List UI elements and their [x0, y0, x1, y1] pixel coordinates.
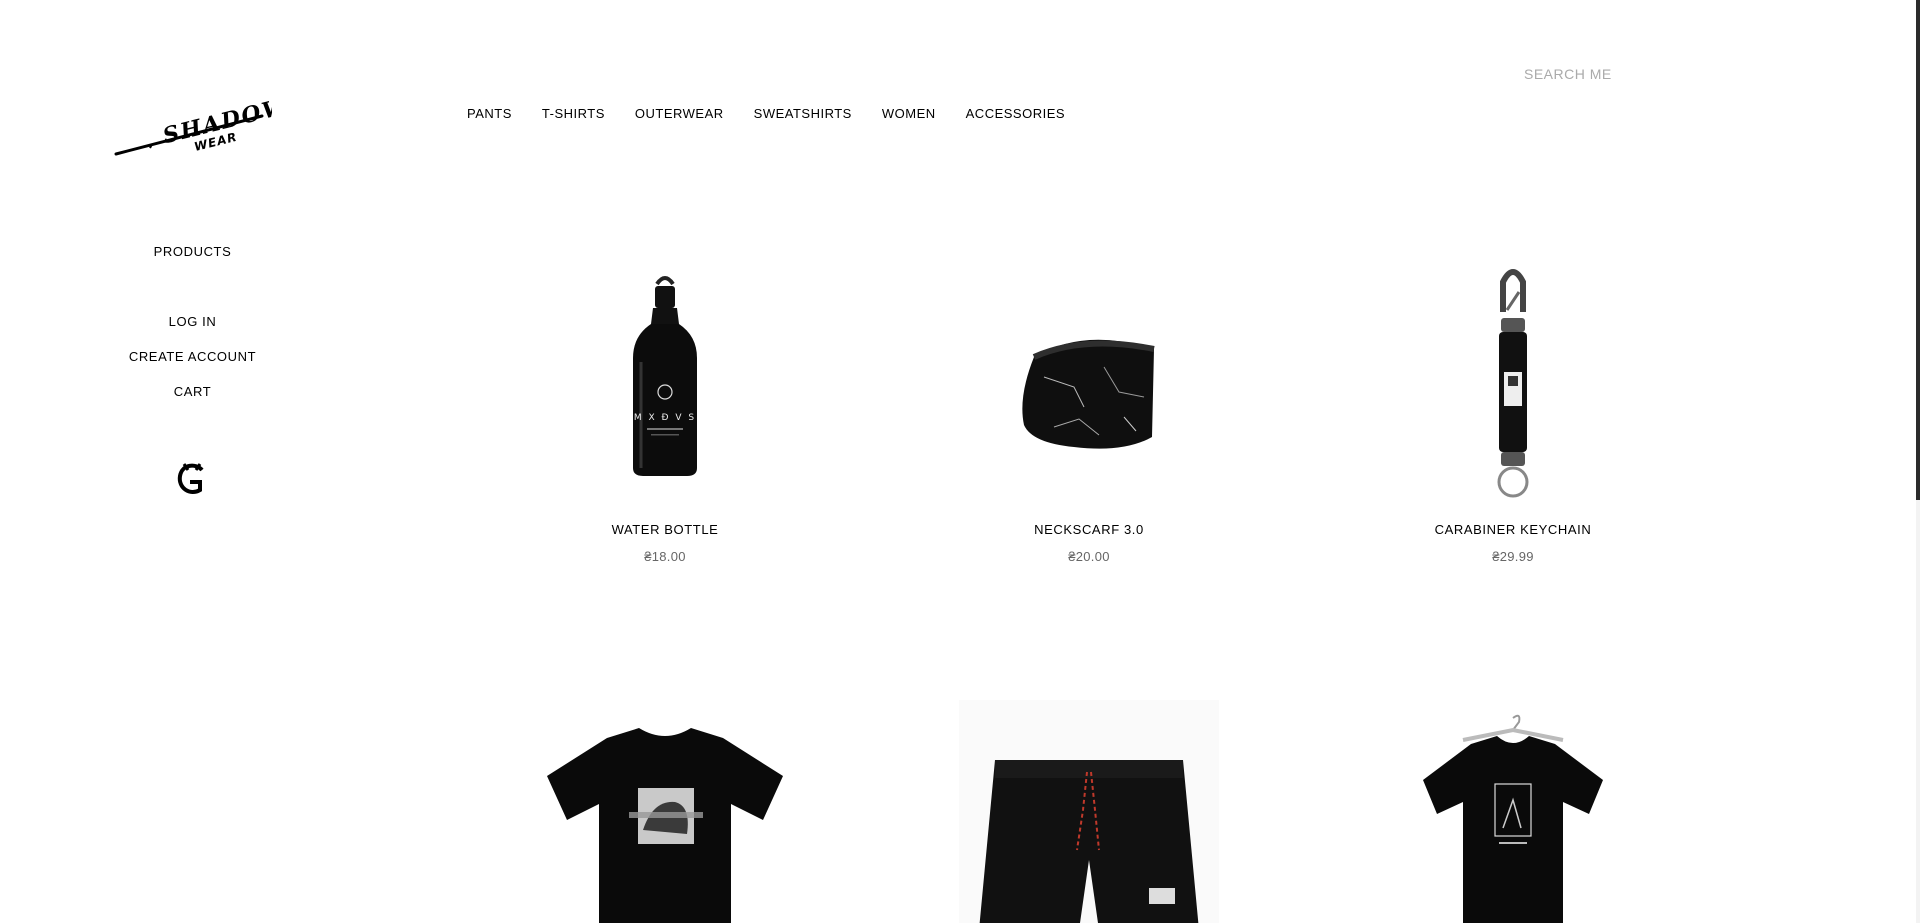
carabiner-keychain-image[interactable] — [1363, 262, 1663, 502]
sidebar: SHADOW WEAR PRODUCTS LOG IN CREATE ACCOU… — [0, 0, 385, 923]
bottle-brand-text: M X Ð V S — [634, 413, 696, 423]
product-name[interactable]: NECKSCARF 3.0 — [939, 522, 1239, 537]
water-bottle-image[interactable]: M X Ð V S — [515, 262, 815, 502]
shadow-wear-logo[interactable]: SHADOW WEAR — [112, 96, 272, 166]
nav-item-sweatshirts[interactable]: SWEATSHIRTS — [754, 106, 852, 126]
product-name[interactable]: CARABINER KEYCHAIN — [1363, 522, 1663, 537]
product-price: ₴18.00 — [644, 549, 686, 564]
sidebar-item-cart[interactable]: CART — [0, 384, 385, 399]
neckscarf-image[interactable] — [939, 262, 1239, 502]
graphic-tshirt-image[interactable] — [515, 705, 815, 923]
black-shorts-image[interactable] — [939, 700, 1239, 923]
product-card[interactable]: M X Ð V S WATER BOTTLE ₴18.00 — [515, 262, 815, 564]
hanging-tshirt-image[interactable] — [1363, 705, 1663, 923]
scrollbar-thumb[interactable] — [1916, 0, 1920, 500]
product-card[interactable] — [939, 700, 1239, 923]
nav-item-tshirts[interactable]: T-SHIRTS — [542, 106, 605, 126]
nav-item-pants[interactable]: PANTS — [467, 106, 512, 126]
nav-item-women[interactable]: WOMEN — [882, 106, 936, 126]
nav-item-accessories[interactable]: ACCESSORIES — [966, 106, 1065, 126]
product-card[interactable] — [1363, 705, 1663, 923]
product-name[interactable]: WATER BOTTLE — [515, 522, 815, 537]
sidebar-item-create-account[interactable]: CREATE ACCOUNT — [0, 349, 385, 364]
main-nav: PANTS T-SHIRTS OUTERWEAR SWEATSHIRTS WOM… — [467, 106, 1095, 126]
product-card[interactable]: CARABINER KEYCHAIN ₴29.99 — [1363, 262, 1663, 564]
page: SHADOW WEAR PRODUCTS LOG IN CREATE ACCOU… — [0, 0, 1920, 923]
search-box — [1520, 62, 1720, 86]
product-card[interactable]: NECKSCARF 3.0 ₴20.00 — [939, 262, 1239, 564]
sidebar-item-products[interactable]: PRODUCTS — [0, 244, 385, 259]
product-price: ₴20.00 — [1068, 549, 1110, 564]
product-price: ₴29.99 — [1492, 549, 1534, 564]
gc-monogram-icon[interactable] — [174, 460, 210, 500]
sidebar-item-login[interactable]: LOG IN — [0, 314, 385, 329]
search-input[interactable] — [1520, 62, 1720, 86]
nav-item-outerwear[interactable]: OUTERWEAR — [635, 106, 724, 126]
product-card[interactable] — [515, 705, 815, 923]
